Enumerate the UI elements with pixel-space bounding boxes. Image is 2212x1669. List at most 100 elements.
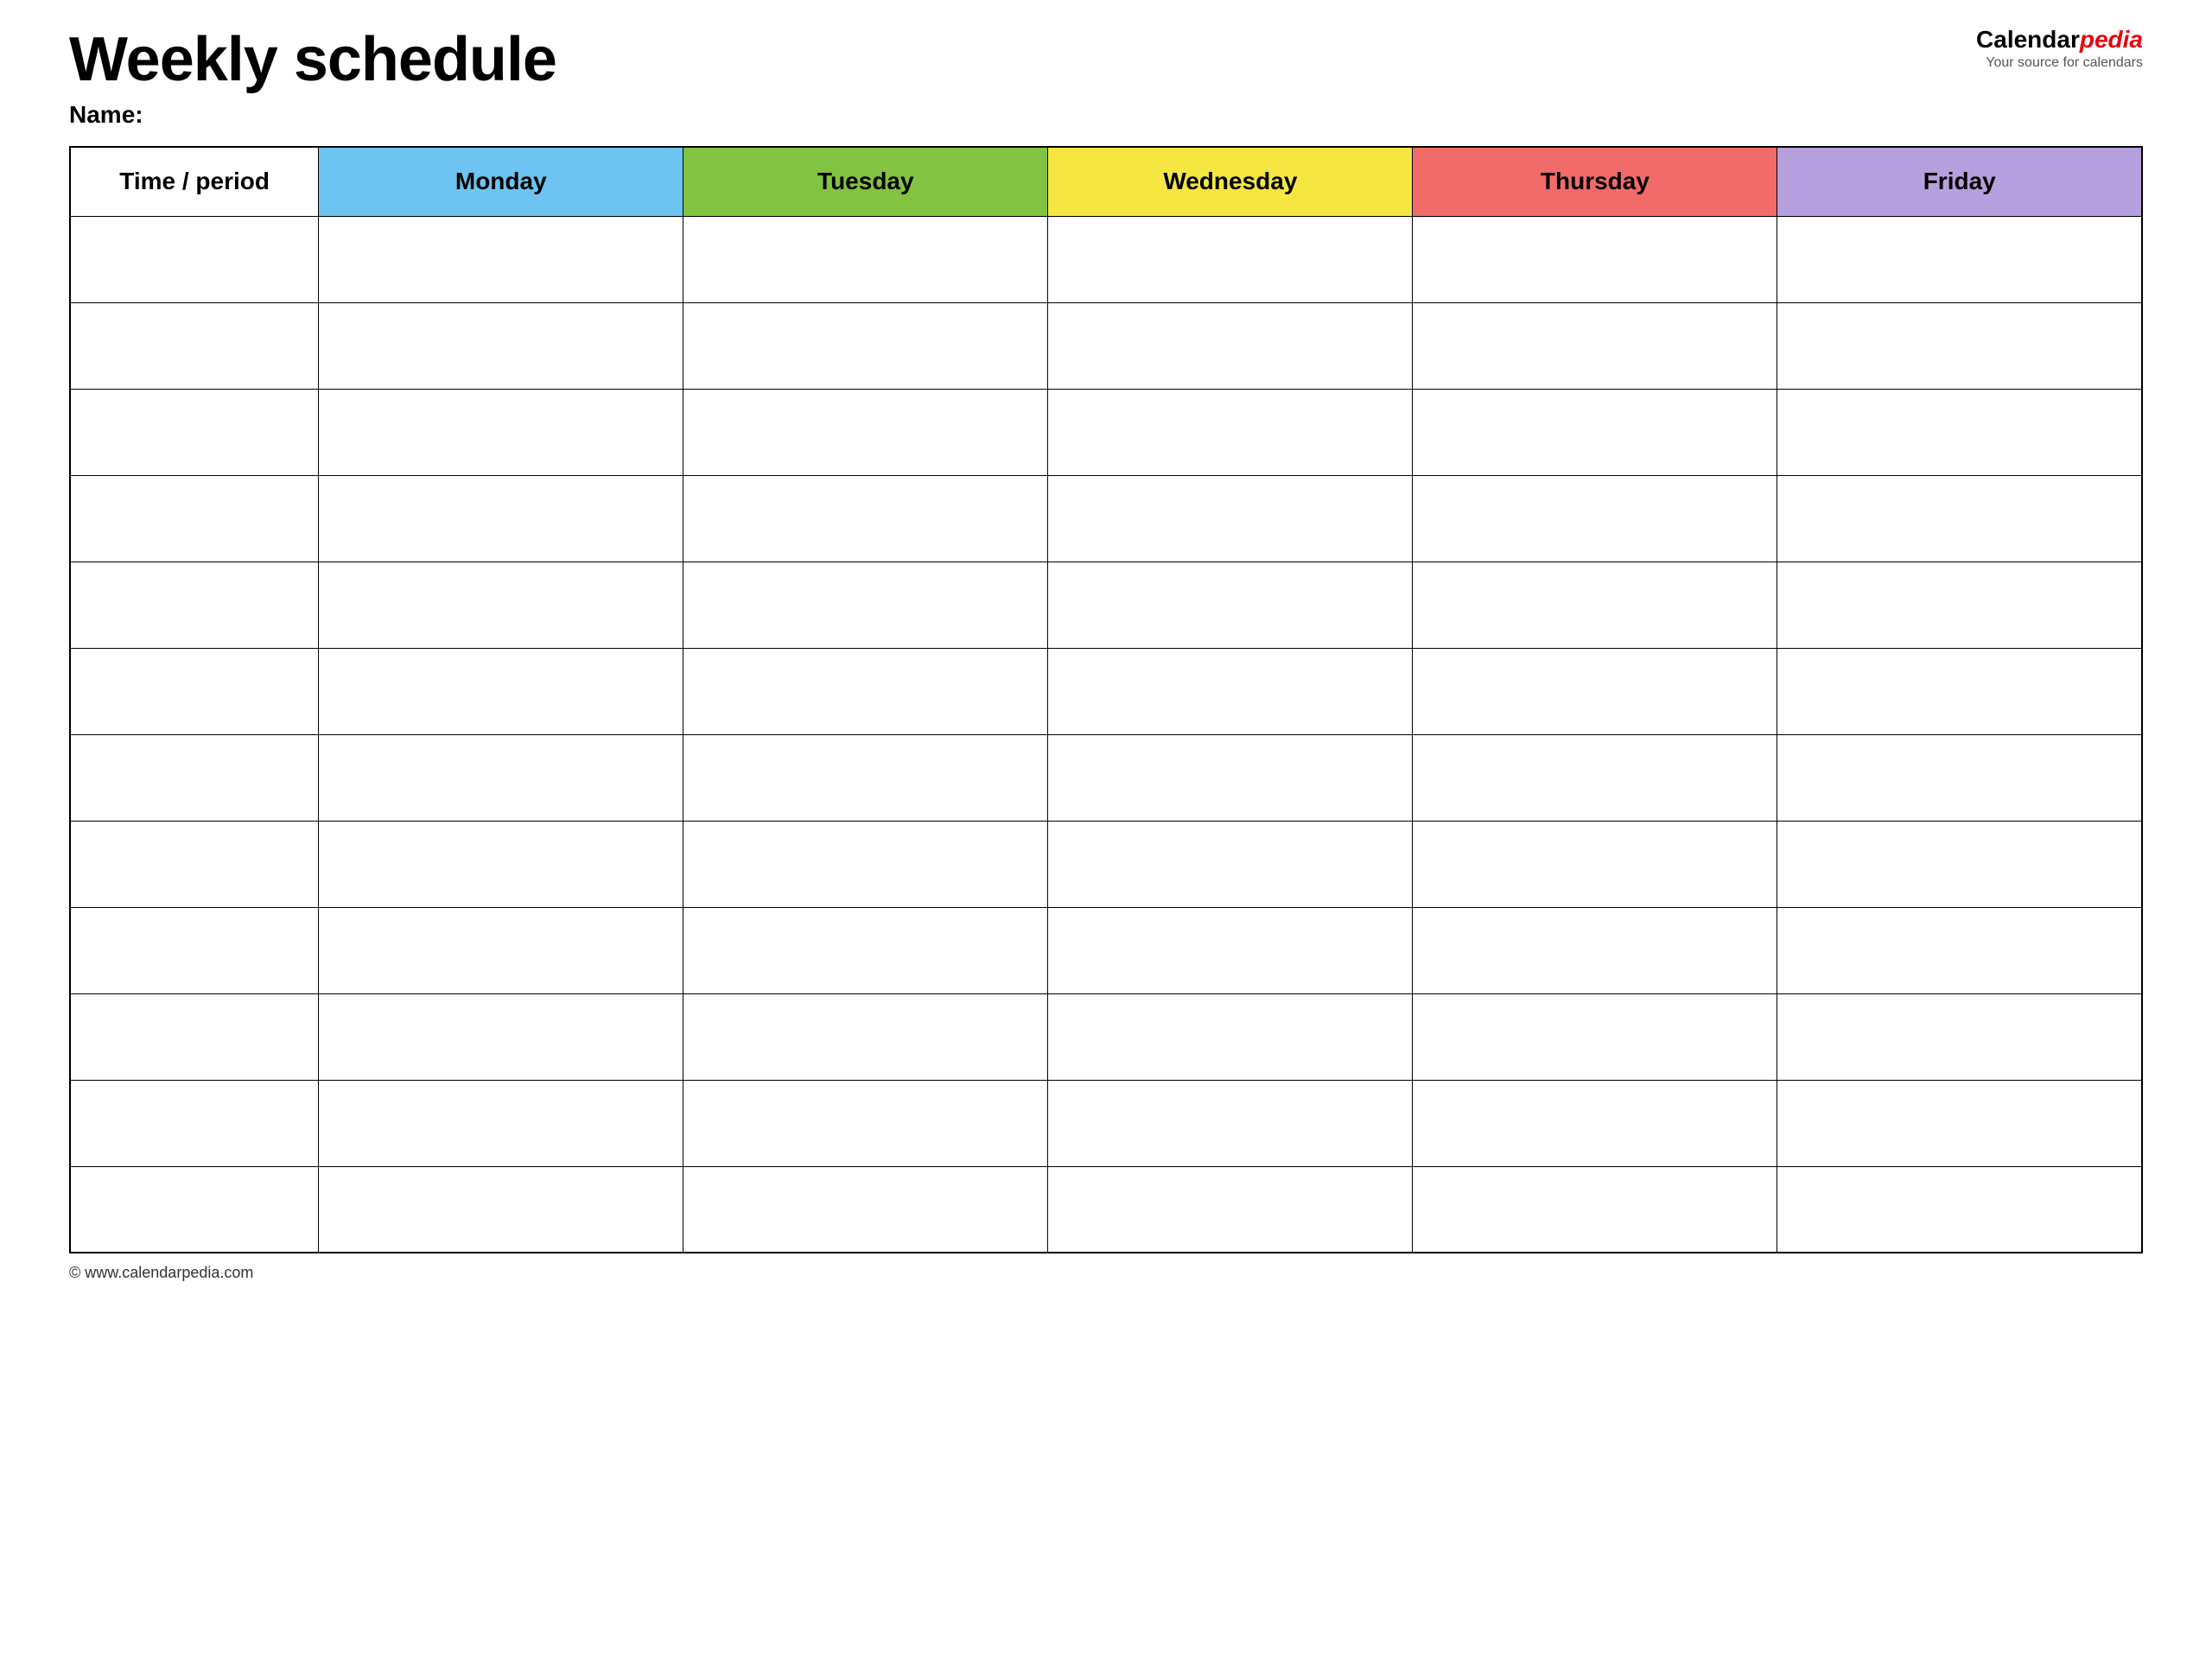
title-area: Weekly schedule Name: <box>69 26 556 129</box>
table-cell[interactable] <box>1777 734 2142 821</box>
table-cell[interactable] <box>1048 1166 1413 1253</box>
table-row <box>70 648 2142 734</box>
table-cell[interactable] <box>319 821 683 907</box>
table-cell[interactable] <box>683 562 1048 648</box>
table-cell[interactable] <box>683 1080 1048 1166</box>
table-cell[interactable] <box>70 562 319 648</box>
table-cell[interactable] <box>1048 1080 1413 1166</box>
name-label: Name: <box>69 101 556 129</box>
table-row <box>70 216 2142 302</box>
table-row <box>70 1166 2142 1253</box>
table-cell[interactable] <box>319 648 683 734</box>
col-header-friday: Friday <box>1777 147 2142 216</box>
table-cell[interactable] <box>70 1080 319 1166</box>
col-header-monday: Monday <box>319 147 683 216</box>
footer-url: © www.calendarpedia.com <box>69 1264 253 1281</box>
table-cell[interactable] <box>1413 734 1777 821</box>
footer: © www.calendarpedia.com <box>69 1264 2143 1282</box>
table-cell[interactable] <box>70 1166 319 1253</box>
table-cell[interactable] <box>1048 216 1413 302</box>
table-cell[interactable] <box>1777 907 2142 993</box>
logo-subtitle: Your source for calendars <box>1986 55 2143 71</box>
table-cell[interactable] <box>1413 302 1777 389</box>
table-cell[interactable] <box>1777 821 2142 907</box>
table-cell[interactable] <box>1413 993 1777 1080</box>
table-cell[interactable] <box>1777 475 2142 562</box>
table-cell[interactable] <box>1777 1080 2142 1166</box>
table-cell[interactable] <box>1413 216 1777 302</box>
table-cell[interactable] <box>1777 562 2142 648</box>
table-cell[interactable] <box>1413 648 1777 734</box>
table-cell[interactable] <box>319 1166 683 1253</box>
table-cell[interactable] <box>70 216 319 302</box>
logo-text: Calendarpedia <box>1976 26 2143 54</box>
table-cell[interactable] <box>319 216 683 302</box>
table-cell[interactable] <box>683 734 1048 821</box>
table-row <box>70 562 2142 648</box>
table-cell[interactable] <box>1413 1080 1777 1166</box>
logo-calendar-part: Calendar <box>1976 26 2080 53</box>
table-cell[interactable] <box>683 907 1048 993</box>
table-cell[interactable] <box>683 821 1048 907</box>
table-row <box>70 1080 2142 1166</box>
table-cell[interactable] <box>1048 821 1413 907</box>
logo-pedia-part: pedia <box>2080 26 2143 53</box>
table-cell[interactable] <box>1777 389 2142 475</box>
table-cell[interactable] <box>1413 907 1777 993</box>
table-cell[interactable] <box>1048 475 1413 562</box>
header-section: Weekly schedule Name: Calendarpedia Your… <box>69 26 2143 129</box>
col-header-tuesday: Tuesday <box>683 147 1048 216</box>
table-row <box>70 907 2142 993</box>
table-cell[interactable] <box>319 907 683 993</box>
table-cell[interactable] <box>70 648 319 734</box>
schedule-body <box>70 216 2142 1253</box>
table-cell[interactable] <box>683 475 1048 562</box>
table-cell[interactable] <box>1048 734 1413 821</box>
table-cell[interactable] <box>1777 302 2142 389</box>
page-title: Weekly schedule <box>69 26 556 94</box>
table-cell[interactable] <box>70 821 319 907</box>
table-cell[interactable] <box>1413 821 1777 907</box>
table-cell[interactable] <box>319 389 683 475</box>
table-cell[interactable] <box>1777 993 2142 1080</box>
table-cell[interactable] <box>319 993 683 1080</box>
table-header-row: Time / period Monday Tuesday Wednesday T… <box>70 147 2142 216</box>
table-cell[interactable] <box>1048 302 1413 389</box>
schedule-table: Time / period Monday Tuesday Wednesday T… <box>69 146 2143 1253</box>
table-cell[interactable] <box>1413 562 1777 648</box>
table-cell[interactable] <box>1777 1166 2142 1253</box>
table-row <box>70 475 2142 562</box>
table-cell[interactable] <box>70 302 319 389</box>
table-cell[interactable] <box>70 993 319 1080</box>
table-cell[interactable] <box>683 648 1048 734</box>
table-cell[interactable] <box>1413 475 1777 562</box>
col-header-time: Time / period <box>70 147 319 216</box>
table-row <box>70 302 2142 389</box>
col-header-thursday: Thursday <box>1413 147 1777 216</box>
table-cell[interactable] <box>70 475 319 562</box>
table-cell[interactable] <box>1048 562 1413 648</box>
table-cell[interactable] <box>683 993 1048 1080</box>
table-cell[interactable] <box>70 389 319 475</box>
table-cell[interactable] <box>1048 389 1413 475</box>
table-cell[interactable] <box>319 475 683 562</box>
table-cell[interactable] <box>1413 389 1777 475</box>
table-cell[interactable] <box>683 389 1048 475</box>
table-cell[interactable] <box>683 216 1048 302</box>
table-cell[interactable] <box>319 734 683 821</box>
table-cell[interactable] <box>1777 216 2142 302</box>
table-cell[interactable] <box>683 1166 1048 1253</box>
table-cell[interactable] <box>319 1080 683 1166</box>
table-cell[interactable] <box>1048 993 1413 1080</box>
table-cell[interactable] <box>1777 648 2142 734</box>
table-cell[interactable] <box>1048 907 1413 993</box>
table-cell[interactable] <box>319 562 683 648</box>
table-cell[interactable] <box>1413 1166 1777 1253</box>
table-cell[interactable] <box>319 302 683 389</box>
col-header-wednesday: Wednesday <box>1048 147 1413 216</box>
table-cell[interactable] <box>70 734 319 821</box>
table-cell[interactable] <box>683 302 1048 389</box>
table-cell[interactable] <box>1048 648 1413 734</box>
page-container: Weekly schedule Name: Calendarpedia Your… <box>69 26 2143 1282</box>
table-cell[interactable] <box>70 907 319 993</box>
